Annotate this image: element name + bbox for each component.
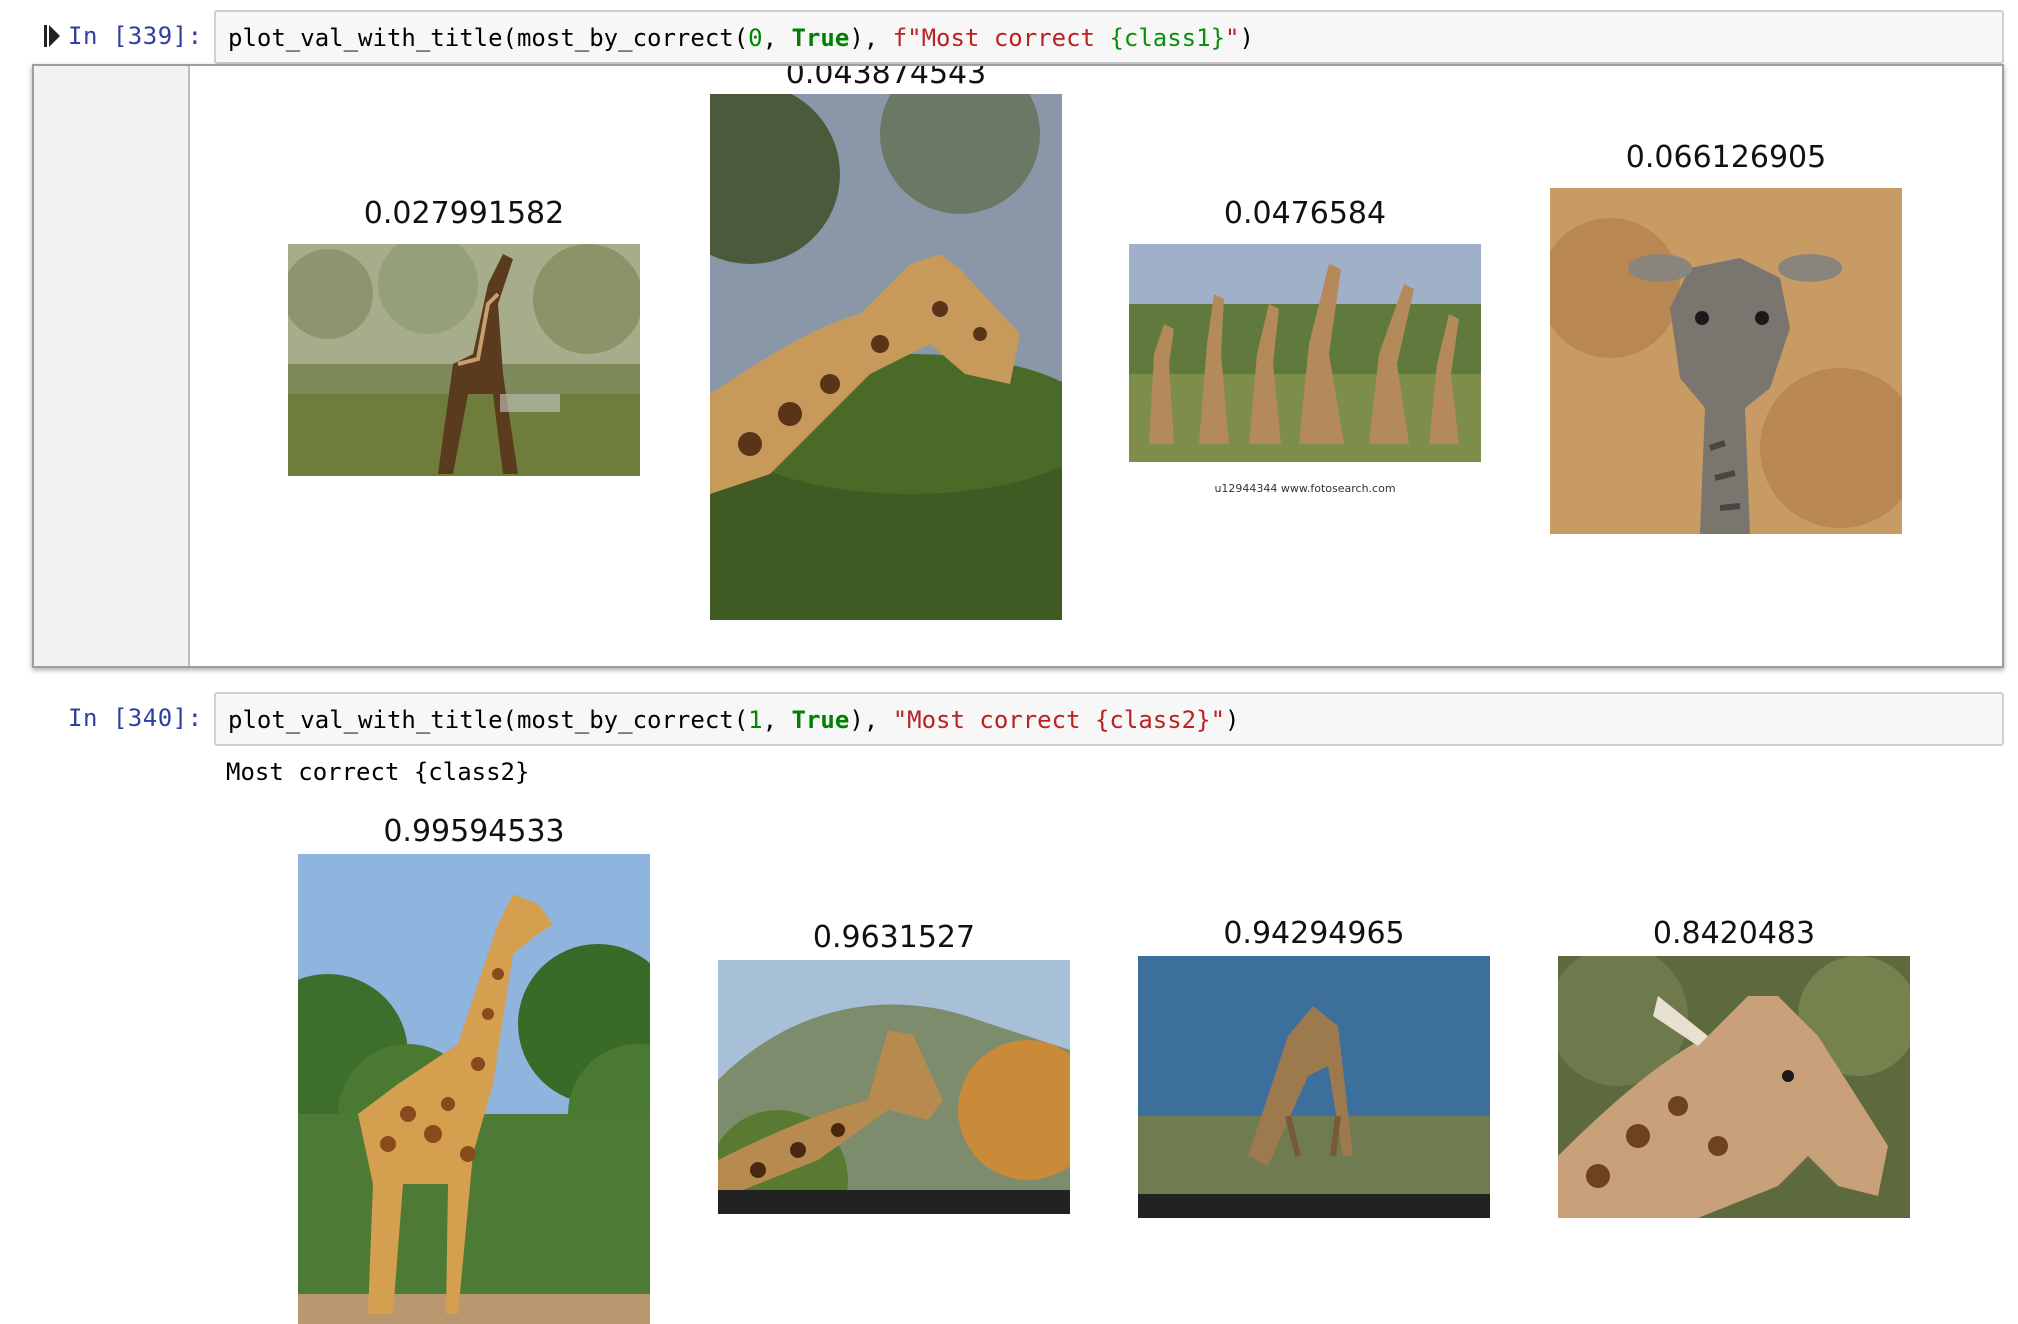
code-string-token: " bbox=[1210, 706, 1226, 734]
cell-stdout-text: Most correct {class2} bbox=[226, 758, 530, 786]
plot-title: 0.9631527 bbox=[812, 920, 976, 955]
cell-prompt: In [339]: bbox=[68, 22, 203, 50]
code-token: plot_val_with_title(most_by_correct( bbox=[228, 706, 749, 734]
plot-title: 0.0476584 bbox=[1223, 196, 1387, 231]
code-number-token: 1 bbox=[748, 706, 763, 734]
cell-output-scrolled[interactable]: 0.027991582 0.043874543 0.0476584 u12944… bbox=[32, 64, 2004, 668]
giraffe-photo bbox=[710, 94, 1062, 620]
giraffe-photo bbox=[1550, 188, 1902, 534]
code-string-token: f"Most correct bbox=[892, 24, 1110, 52]
plot-thumbnail: 0.043874543 bbox=[710, 64, 1062, 666]
code-token: ) bbox=[1225, 706, 1240, 734]
code-cell-input[interactable]: plot_val_with_title(most_by_correct(1, T… bbox=[214, 692, 2004, 746]
plot-title: 0.99594533 bbox=[383, 814, 565, 849]
plot-thumbnail: 0.027991582 bbox=[288, 196, 640, 536]
code-token: ), bbox=[849, 706, 893, 734]
code-token: ), bbox=[849, 24, 893, 52]
plot-title: 0.8420483 bbox=[1652, 916, 1816, 951]
giraffe-photo bbox=[1129, 244, 1481, 462]
code-string-token: " bbox=[1225, 24, 1240, 52]
code-keyword-token: True bbox=[791, 706, 850, 734]
code-keyword-token: True bbox=[791, 24, 850, 52]
plot-title: 0.027991582 bbox=[363, 196, 565, 231]
code-string-token: {class2} bbox=[1094, 706, 1211, 734]
code-cell-input[interactable]: plot_val_with_title(most_by_correct(0, T… bbox=[214, 10, 2004, 64]
output-prompt-gutter[interactable] bbox=[34, 66, 190, 666]
giraffe-photo bbox=[1558, 956, 1910, 1218]
code-token: plot_val_with_title(most_by_correct( bbox=[228, 24, 749, 52]
cell-prompt: In [340]: bbox=[68, 704, 203, 732]
giraffe-photo bbox=[1138, 956, 1490, 1218]
cell-run-indicator-icon[interactable] bbox=[44, 23, 62, 49]
photo-watermark-caption: u12944344 www.fotosearch.com bbox=[1214, 482, 1396, 495]
plot-title: 0.066126905 bbox=[1625, 140, 1827, 175]
code-token: , bbox=[762, 24, 792, 52]
plot-thumbnail: 0.9631527 bbox=[718, 920, 1070, 1220]
code-line: plot_val_with_title(most_by_correct(1, T… bbox=[228, 706, 1239, 734]
plot-thumbnail: 0.0476584 u12944344 www.fotosearch.com bbox=[1129, 196, 1481, 536]
plot-thumbnail: 0.99594533 bbox=[298, 814, 650, 1324]
code-number-token: 0 bbox=[748, 24, 763, 52]
giraffe-photo bbox=[288, 244, 640, 476]
plot-title: 0.043874543 bbox=[785, 64, 987, 91]
plot-thumbnail: 0.94294965 bbox=[1138, 916, 1490, 1220]
code-string-interp-token: {class1} bbox=[1109, 24, 1226, 52]
giraffe-photo bbox=[298, 854, 650, 1324]
code-string-token: "Most correct bbox=[892, 706, 1095, 734]
code-token: , bbox=[762, 706, 792, 734]
plot-title: 0.94294965 bbox=[1223, 916, 1405, 951]
code-line: plot_val_with_title(most_by_correct(0, T… bbox=[228, 24, 1254, 52]
code-token: ) bbox=[1239, 24, 1254, 52]
giraffe-photo bbox=[718, 960, 1070, 1214]
plot-thumbnail: 0.066126905 bbox=[1550, 140, 1902, 560]
plot-thumbnail: 0.8420483 bbox=[1558, 916, 1910, 1220]
